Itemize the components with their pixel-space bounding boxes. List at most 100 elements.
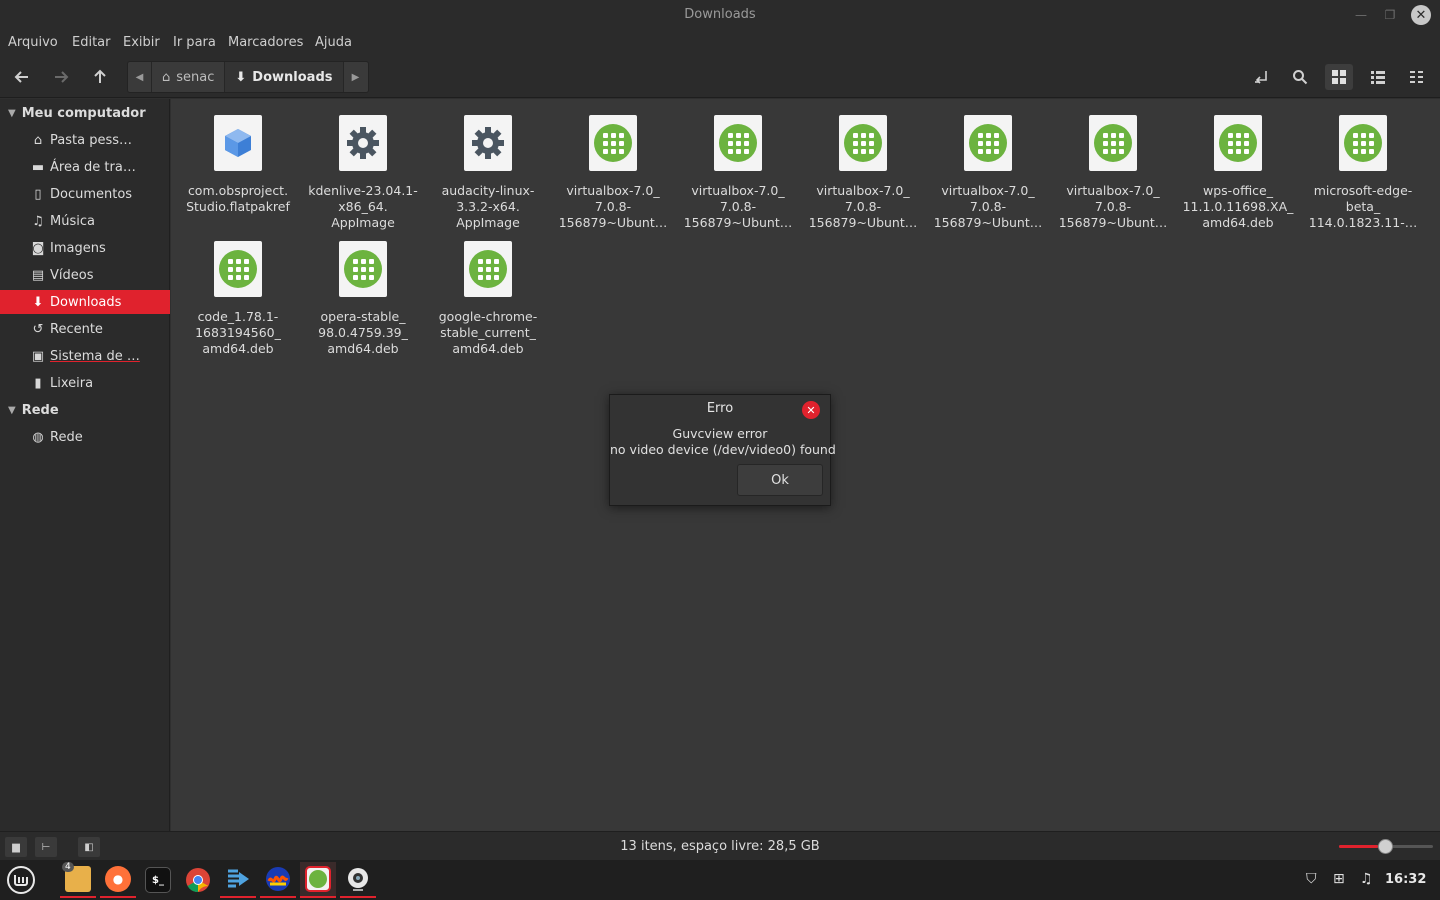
toggle-location-icon[interactable] xyxy=(1247,64,1275,90)
status-text: 13 itens, espaço livre: 28,5 GB xyxy=(620,839,820,854)
breadcrumb-downloads[interactable]: ⬇ Downloads xyxy=(225,62,344,92)
sidebar-item-label: Lixeira xyxy=(50,375,94,391)
zoom-slider-knob[interactable] xyxy=(1378,839,1393,854)
list-view-icon[interactable] xyxy=(1364,64,1392,90)
network-icon[interactable]: ⊞ xyxy=(1333,871,1345,887)
file-item[interactable]: com.obsproject. Studio.flatpakref xyxy=(178,115,298,215)
audacity-icon[interactable] xyxy=(260,862,296,898)
sidebar-item-label: Downloads xyxy=(50,294,122,310)
ok-button[interactable]: Ok xyxy=(737,464,823,496)
search-icon[interactable] xyxy=(1286,64,1314,90)
close-icon[interactable]: ✕ xyxy=(1411,5,1431,25)
sidebar-item-label: Área de tra… xyxy=(50,159,136,175)
zoom-slider[interactable] xyxy=(1339,839,1433,854)
breadcrumb-right-arrow-icon[interactable]: ▶ xyxy=(344,62,368,92)
gear-icon xyxy=(339,115,387,171)
sidebar-item-sistema-de-arquivos[interactable]: ▣ Sistema de … xyxy=(0,344,170,368)
menu-editar[interactable]: Editar xyxy=(72,35,111,50)
file-name-line: 156879~Ubunt… xyxy=(558,215,668,230)
icon-view-icon[interactable] xyxy=(1325,64,1353,90)
kdenlive-logo-icon xyxy=(228,869,249,888)
file-item[interactable]: virtualbox-7.0_ 7.0.8- 156879~Ubunt… xyxy=(803,115,923,231)
file-name-line: google-chrome- xyxy=(438,309,538,324)
breadcrumb-left-arrow-icon[interactable]: ◀ xyxy=(128,62,152,92)
file-name: opera-stable_ 98.0.4759.39_ amd64.deb xyxy=(303,309,423,357)
menu-icon[interactable] xyxy=(3,862,39,898)
up-icon[interactable] xyxy=(86,64,114,90)
file-name-line: 156879~Ubunt… xyxy=(1058,215,1168,230)
section-meu-computador[interactable]: ▼ Meu computador xyxy=(8,106,146,121)
terminal-icon[interactable]: $_ xyxy=(140,862,176,898)
sidebar-item-videos[interactable]: ▤ Vídeos xyxy=(0,263,170,287)
package-installer-icon[interactable] xyxy=(300,862,336,898)
back-icon[interactable] xyxy=(8,64,36,90)
maximize-icon[interactable]: ❐ xyxy=(1380,5,1400,25)
file-item[interactable]: virtualbox-7.0_ 7.0.8- 156879~Ubunt… xyxy=(553,115,673,231)
taskbar: 4 ● $_ ⛉ ⊞ ♫ 16:32 xyxy=(0,860,1440,900)
file-name-line: 98.0.4759.39_ xyxy=(318,325,408,340)
sidebar-item-area-de-trabalho[interactable]: ▬ Área de tra… xyxy=(0,155,170,179)
file-name-line: 7.0.8- xyxy=(719,199,757,214)
sidebar-item-downloads[interactable]: ⬇ Downloads xyxy=(0,290,170,314)
file-name: audacity-linux- 3.3.2-x64. AppImage xyxy=(428,183,548,231)
file-item[interactable]: opera-stable_ 98.0.4759.39_ amd64.deb xyxy=(303,241,423,357)
shield-icon[interactable]: ⛉ xyxy=(1306,871,1317,887)
deb-icon xyxy=(839,115,887,171)
sidebar-item-label: Pasta pess… xyxy=(50,132,132,148)
guvcview-icon[interactable] xyxy=(340,862,376,898)
file-name: virtualbox-7.0_ 7.0.8- 156879~Ubunt… xyxy=(553,183,673,231)
status-bar: ▆ ⊢ ◧ 13 itens, espaço livre: 28,5 GB xyxy=(0,831,1440,860)
clock[interactable]: 16:32 xyxy=(1385,872,1426,887)
sidebar-item-musica[interactable]: ♫ Música xyxy=(0,209,170,233)
minimize-icon[interactable]: — xyxy=(1351,5,1371,25)
file-name-line: virtualbox-7.0_ xyxy=(691,183,785,198)
package-installer-logo-icon xyxy=(305,866,331,892)
files-icon[interactable]: 4 xyxy=(60,862,96,898)
menu-exibir[interactable]: Exibir xyxy=(123,35,160,50)
file-item[interactable]: virtualbox-7.0_ 7.0.8- 156879~Ubunt… xyxy=(1053,115,1173,231)
menu-marcadores[interactable]: Marcadores xyxy=(228,35,303,50)
sidebar-item-documentos[interactable]: ▯ Documentos xyxy=(0,182,170,206)
file-item[interactable]: kdenlive-23.04.1- x86_64. AppImage xyxy=(303,115,423,231)
sidebar-item-lixeira[interactable]: ▮ Lixeira xyxy=(0,371,170,395)
file-item[interactable]: microsoft-edge-beta_ 114.0.1823.11-… xyxy=(1303,115,1423,231)
forward-icon[interactable] xyxy=(47,64,75,90)
file-name-line: 156879~Ubunt… xyxy=(933,215,1043,230)
firefox-icon[interactable]: ● xyxy=(100,862,136,898)
collapse-triangle-icon[interactable]: ▼ xyxy=(8,108,16,119)
sidebar-item-pasta-pessoal[interactable]: ⌂ Pasta pess… xyxy=(0,128,170,152)
file-name-line: 3.3.2-x64. xyxy=(456,199,520,214)
sound-icon[interactable]: ♫ xyxy=(1360,871,1373,887)
gear-icon xyxy=(464,115,512,171)
breadcrumb-senac[interactable]: ⌂ senac xyxy=(152,62,226,92)
collapse-triangle-icon[interactable]: ▼ xyxy=(8,405,16,416)
sidebar-item-rede[interactable]: ◍ Rede xyxy=(0,425,170,449)
breadcrumb-downloads-label: Downloads xyxy=(252,69,333,85)
terminal-logo-icon: $_ xyxy=(145,867,171,893)
file-item[interactable]: google-chrome-stable_current_ amd64.deb xyxy=(428,241,548,357)
file-item[interactable]: virtualbox-7.0_ 7.0.8- 156879~Ubunt… xyxy=(928,115,1048,231)
chrome-icon[interactable] xyxy=(180,862,216,898)
file-name: virtualbox-7.0_ 7.0.8- 156879~Ubunt… xyxy=(678,183,798,231)
window-count-badge: 4 xyxy=(62,862,74,872)
webcam-logo-icon xyxy=(348,868,368,891)
menu-arquivo[interactable]: Arquivo xyxy=(8,35,58,50)
sidebar-item-label: Vídeos xyxy=(50,267,94,283)
file-name-line: com.obsproject. xyxy=(187,183,289,198)
file-item[interactable]: code_1.78.1- 1683194560_ amd64.deb xyxy=(178,241,298,357)
compact-view-icon[interactable] xyxy=(1403,64,1431,90)
menu-ir-para[interactable]: Ir para xyxy=(173,35,216,50)
file-item[interactable]: virtualbox-7.0_ 7.0.8- 156879~Ubunt… xyxy=(678,115,798,231)
dialog-message-line2: no video device (/dev/video0) found xyxy=(610,442,836,457)
file-name-line: virtualbox-7.0_ xyxy=(816,183,910,198)
sidebar-item-imagens[interactable]: ◙ Imagens xyxy=(0,236,170,260)
section-rede[interactable]: ▼ Rede xyxy=(8,403,59,418)
file-name-line: virtualbox-7.0_ xyxy=(566,183,660,198)
dialog-close-icon[interactable]: ✕ xyxy=(802,401,820,419)
kdenlive-icon[interactable] xyxy=(220,862,256,898)
file-item[interactable]: audacity-linux- 3.3.2-x64. AppImage xyxy=(428,115,548,231)
file-name-line: 7.0.8- xyxy=(594,199,632,214)
sidebar-item-recente[interactable]: ↺ Recente xyxy=(0,317,170,341)
file-item[interactable]: wps-office_ 11.1.0.11698.XA_ amd64.deb xyxy=(1178,115,1298,231)
menu-ajuda[interactable]: Ajuda xyxy=(315,35,352,50)
